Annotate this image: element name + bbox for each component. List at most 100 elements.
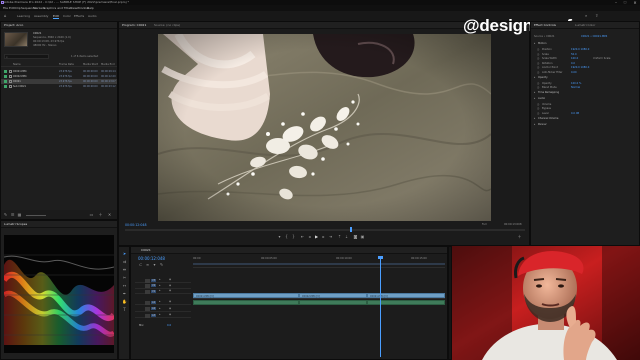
track-header[interactable]: V2 🔒︎ ◉	[135, 284, 191, 289]
clip-a1-a[interactable]	[193, 300, 299, 305]
stopwatch-icon[interactable]: ◷	[537, 82, 539, 85]
trash-icon[interactable]: ✕	[107, 212, 112, 217]
mark-in-icon[interactable]: {	[284, 234, 289, 239]
disclosure-triangle-icon[interactable]: ▸	[534, 123, 535, 126]
effect-row[interactable]: ◷ Scale 50.0	[531, 53, 639, 57]
pencil-icon[interactable]: ✎	[3, 212, 8, 217]
stopwatch-icon[interactable]: ◷	[537, 53, 539, 56]
effect-row[interactable]: ▸ Channel Volume	[531, 117, 639, 121]
track-target-toggle[interactable]	[145, 278, 150, 283]
sequence-label[interactable]: C0021 • C0021.MP4	[581, 35, 607, 38]
effect-row[interactable]: ◷ Blend Mode Normal	[531, 86, 639, 90]
home-icon[interactable]: ⌂	[4, 13, 7, 18]
lock-icon[interactable]: 🔒︎	[159, 278, 160, 281]
snap-icon[interactable]: ⊂	[138, 262, 143, 267]
effect-row[interactable]: ◷ Opacity 100.0 %	[531, 82, 639, 86]
workspace-color[interactable]: Color	[63, 14, 71, 18]
effect-row[interactable]: ◷ Bypass	[531, 107, 639, 111]
track-select-icon[interactable]: ⇉	[122, 259, 127, 264]
track-target-toggle[interactable]	[145, 313, 150, 318]
tab-lumetri-color[interactable]: Lumetri Color	[575, 23, 595, 27]
timeline-timecode[interactable]: 00:00:12:048	[138, 256, 165, 261]
monitor-scrubber[interactable]	[125, 227, 525, 232]
tab-effect-controls[interactable]: Effect Controls	[534, 23, 556, 27]
stopwatch-icon[interactable]: ◷	[537, 103, 539, 106]
timeline-playhead[interactable]	[380, 257, 381, 357]
razor-tool-icon[interactable]: ✂	[122, 275, 127, 280]
play-icon[interactable]: ▶	[314, 234, 319, 239]
effect-row[interactable]: ◷ Anti-flicker Filter 0.00	[531, 71, 639, 75]
lock-icon[interactable]: 🔒︎	[159, 300, 160, 303]
track-target-toggle[interactable]	[145, 300, 150, 305]
program-timecode[interactable]: 00:00:12:048	[125, 223, 146, 227]
step-back-icon[interactable]: ◂	[307, 234, 312, 239]
pen-tool-icon[interactable]: ✒	[122, 291, 127, 296]
tab-lumetri-scopes[interactable]: Lumetri Scopes	[4, 222, 27, 226]
column-media-start[interactable]: Media Start	[83, 63, 98, 66]
track-header[interactable]: V3 🔒︎ ◉	[135, 278, 191, 283]
project-search-input[interactable]: ⌕	[4, 54, 49, 59]
slip-tool-icon[interactable]: ↔	[122, 283, 127, 288]
eye-icon[interactable]: ◉	[169, 313, 171, 316]
disclosure-triangle-icon[interactable]: ▸	[534, 42, 535, 45]
stopwatch-icon[interactable]: ◷	[537, 48, 539, 51]
type-tool-icon[interactable]: T	[122, 307, 127, 312]
stopwatch-icon[interactable]: ◷	[537, 57, 539, 60]
comparison-icon[interactable]: ▣	[360, 234, 365, 239]
clip-v1-a[interactable]: C0021.MP4 [V]	[193, 293, 299, 298]
effect-row[interactable]: ◷ Level 0.0 dB	[531, 112, 639, 116]
go-to-in-icon[interactable]: ⇤	[300, 234, 305, 239]
eye-icon[interactable]: ◉	[169, 307, 171, 310]
eye-icon[interactable]: ◉	[169, 289, 171, 292]
label-color-swatch[interactable]	[4, 75, 7, 78]
icon-view-icon[interactable]: ▦	[17, 212, 22, 217]
work-area-bar[interactable]	[193, 263, 445, 265]
effect-row[interactable]: ▸ Opacity	[531, 76, 639, 80]
ripple-edit-icon[interactable]: ⇹	[122, 267, 127, 272]
extract-icon[interactable]: ⇣	[344, 234, 349, 239]
scrubber-playhead[interactable]	[350, 227, 352, 232]
track-header[interactable]: A3 🔒︎ ◉	[135, 313, 191, 318]
effect-row[interactable]: ▸ Audio	[531, 97, 639, 101]
eye-icon[interactable]: ◉	[169, 278, 171, 281]
label-color-swatch[interactable]	[4, 70, 7, 73]
track-target-toggle[interactable]	[145, 284, 150, 288]
label-color-swatch[interactable]	[4, 85, 7, 88]
clip-a1-b[interactable]	[299, 300, 367, 305]
playhead-handle[interactable]	[378, 256, 383, 259]
lock-icon[interactable]: 🔒︎	[159, 313, 160, 316]
workspace-edit[interactable]: Edit	[53, 14, 59, 19]
marker-icon[interactable]: ▾	[277, 234, 282, 239]
hand-tool-icon[interactable]: ✋	[122, 299, 127, 304]
track-header[interactable]: A1 🔒︎ ◉	[135, 300, 191, 305]
track-target-toggle[interactable]	[145, 307, 150, 311]
eye-icon[interactable]: ◉	[169, 284, 171, 287]
stopwatch-icon[interactable]: ◷	[537, 62, 539, 65]
effect-value[interactable]: 1920.0 1080.0	[571, 66, 589, 69]
lock-icon[interactable]: 🔒︎	[159, 307, 160, 310]
selection-tool-icon[interactable]: ➤	[122, 251, 127, 256]
master-value[interactable]: 0.0	[167, 324, 171, 327]
disclosure-triangle-icon[interactable]: ▸	[534, 97, 535, 100]
list-view-icon[interactable]: ☰	[10, 212, 15, 217]
new-item-icon[interactable]: ＋	[98, 212, 103, 217]
linked-selection-icon[interactable]: ∞	[145, 262, 150, 267]
stopwatch-icon[interactable]: ◷	[537, 107, 539, 110]
fit-dropdown[interactable]: Full	[482, 223, 486, 226]
clip-v1-b[interactable]: C0022.MP4 [V]	[299, 293, 367, 298]
track-header[interactable]: A2 🔒︎ ◉	[135, 307, 191, 312]
column-frame-rate[interactable]: Frame Rate	[59, 63, 74, 66]
effect-value[interactable]: 0.0 dB	[571, 112, 579, 115]
tab-sequence[interactable]: C0021	[141, 248, 151, 252]
stopwatch-icon[interactable]: ◷	[537, 71, 539, 74]
wrench-icon[interactable]: ✎	[159, 262, 164, 267]
add-marker-icon[interactable]: ▾	[152, 262, 157, 267]
add-button-icon[interactable]: ＋	[517, 234, 522, 239]
effect-row[interactable]: ▸ Motion	[531, 42, 639, 46]
disclosure-triangle-icon[interactable]: ▸	[534, 76, 535, 79]
uniform-scale-checkbox[interactable]: Uniform Scale	[593, 57, 610, 60]
workspace-effects[interactable]: Effects	[74, 14, 84, 18]
effect-value[interactable]: 100.0	[571, 57, 578, 60]
tab-project[interactable]: Project: Acco	[4, 23, 23, 27]
effect-value[interactable]: 0.0	[571, 62, 575, 65]
